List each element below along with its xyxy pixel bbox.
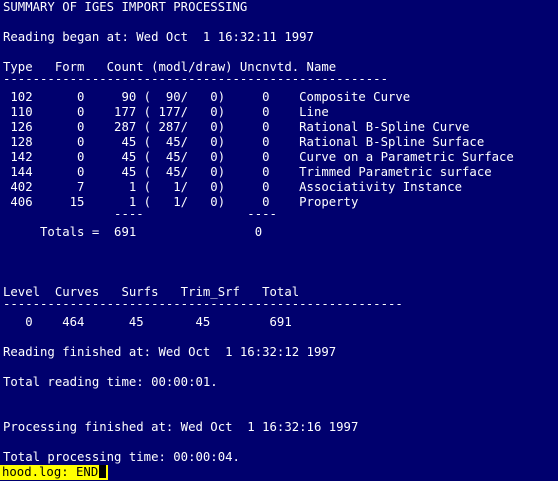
entity-row: 110 0 177 ( 177/ 0) 0 Line [3, 105, 329, 119]
level-table-header: Level Curves Surfs Trim_Srf Total [3, 285, 300, 299]
pager-status-text: hood.log: END [2, 465, 99, 479]
report-title: SUMMARY OF IGES IMPORT PROCESSING [3, 0, 248, 14]
text-cursor [99, 465, 107, 478]
entity-row: 142 0 45 ( 45/ 0) 0 Curve on a Parametri… [3, 150, 514, 164]
entity-row: 406 15 1 ( 1/ 0) 0 Property [3, 195, 359, 209]
entity-row: 128 0 45 ( 45/ 0) 0 Rational B-Spline Su… [3, 135, 485, 149]
processing-finished-line: Processing finished at: Wed Oct 1 16:32:… [3, 420, 359, 434]
entity-row: 102 0 90 ( 90/ 0) 0 Composite Curve [3, 90, 411, 104]
entity-row: 402 7 1 ( 1/ 0) 0 Associativity Instance [3, 180, 463, 194]
totals-rule: ---- ---- [3, 210, 277, 218]
reading-began-line: Reading began at: Wed Oct 1 16:32:11 199… [3, 30, 314, 44]
totals-line: Totals = 691 0 [3, 225, 263, 239]
pager-status-bar: hood.log: END [0, 465, 109, 480]
entity-row: 126 0 287 ( 287/ 0) 0 Rational B-Spline … [3, 120, 470, 134]
total-reading-time-line: Total reading time: 00:00:01. [3, 375, 218, 389]
entity-table-header: Type Form Count (modl/draw) Uncnvtd. Nam… [3, 60, 337, 74]
entity-table-separator: ----------------------------------------… [3, 75, 388, 83]
level-table-separator: ----------------------------------------… [3, 300, 403, 308]
terminal-pager[interactable]: SUMMARY OF IGES IMPORT PROCESSING Readin… [0, 0, 558, 481]
total-processing-time-line: Total processing time: 00:00:04. [3, 450, 240, 464]
reading-finished-line: Reading finished at: Wed Oct 1 16:32:12 … [3, 345, 337, 359]
level-table-row: 0 464 45 45 691 [3, 315, 292, 329]
entity-row: 144 0 45 ( 45/ 0) 0 Trimmed Parametric s… [3, 165, 492, 179]
